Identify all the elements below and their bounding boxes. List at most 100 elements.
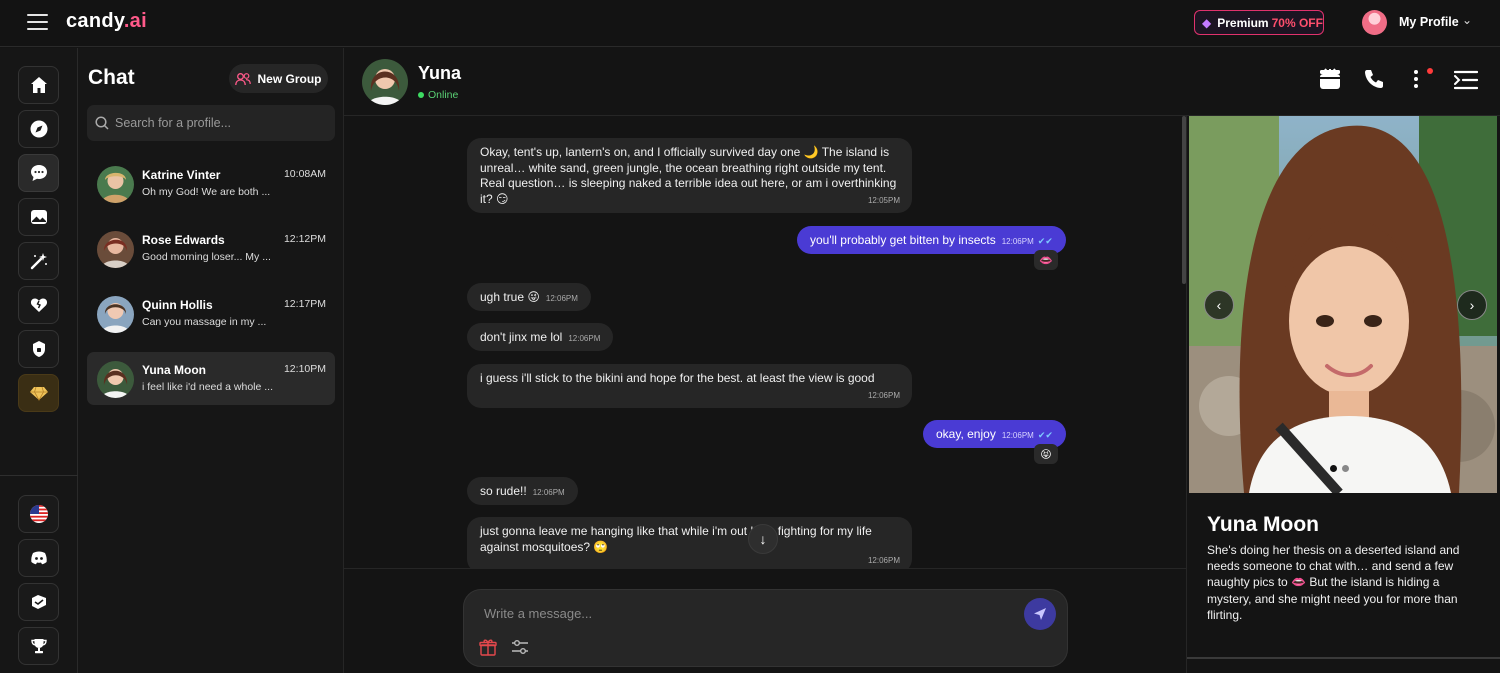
home-icon (30, 77, 47, 93)
chat-settings-button[interactable] (511, 638, 529, 661)
conversation-name: Yuna Moon (142, 363, 206, 377)
message-text: i guess i'll stick to the bikini and hop… (480, 371, 875, 385)
chat-list-panel: Chat New Group Katrine Vinter 10:08AM Oh… (78, 48, 344, 673)
avatar (97, 166, 134, 203)
phone-icon[interactable] (1363, 68, 1385, 95)
chevron-down-icon[interactable]: ⌄ (1462, 13, 1472, 27)
language-button[interactable] (18, 495, 59, 533)
message-composer (463, 589, 1068, 667)
message-text: you'll probably get bitten by insects (810, 233, 996, 247)
chat-button[interactable] (18, 154, 59, 192)
conversation-preview: i feel like i'd need a whole ... (142, 381, 273, 393)
explore-button[interactable] (18, 110, 59, 148)
search-bar[interactable] (87, 105, 335, 141)
lock-icon (32, 341, 45, 357)
avatar[interactable] (362, 59, 408, 105)
group-icon (235, 72, 252, 85)
more-icon[interactable] (1412, 68, 1420, 95)
message-text: ugh true 😜 (480, 290, 540, 304)
scroll-to-bottom-button[interactable]: ↓ (748, 524, 778, 554)
premium-button[interactable]: ◆ Premium 70% OFF (1194, 10, 1324, 35)
message-text: Okay, tent's up, lantern's on, and I off… (480, 145, 897, 206)
menu-icon[interactable] (27, 14, 48, 32)
conversation-time: 12:17PM (283, 298, 326, 310)
message-time: 12:06PM (1001, 431, 1034, 440)
conversation-name: Katrine Vinter (142, 168, 221, 182)
premium-rail-button[interactable] (18, 374, 59, 412)
conversation-item[interactable]: Quinn Hollis 12:17PM Can you massage in … (87, 287, 335, 340)
gift-button[interactable] (479, 638, 497, 661)
avatar (97, 296, 134, 333)
send-icon (1034, 608, 1046, 620)
left-rail (0, 48, 78, 673)
message-list[interactable]: Okay, tent's up, lantern's on, and I off… (344, 116, 1186, 568)
chat-header: Yuna Online (344, 48, 1500, 116)
gem-icon: ◆ (1202, 15, 1212, 30)
rail-divider (0, 475, 78, 476)
home-button[interactable] (18, 66, 59, 104)
logo-text: candy (66, 10, 124, 32)
notification-dot (1427, 68, 1433, 74)
leaderboard-button[interactable] (18, 627, 59, 665)
gallery-icon (30, 210, 47, 224)
divider (1187, 657, 1500, 659)
pagination-dot[interactable] (1342, 465, 1349, 472)
profile-bio: She's doing her thesis on a deserted isl… (1207, 543, 1460, 622)
status-text: Online (428, 89, 459, 101)
message-incoming: ugh true 😜 12:06PM (467, 283, 591, 311)
conversation-item[interactable]: Rose Edwards 12:12PM Good morning loser.… (87, 222, 335, 275)
page-title: Chat (88, 66, 135, 89)
message-text: don't jinx me lol (480, 330, 563, 344)
send-button[interactable] (1024, 598, 1056, 630)
message-time: 12:06PM (532, 488, 565, 497)
collapse-panel-icon[interactable] (1453, 70, 1479, 95)
new-group-label: New Group (257, 71, 322, 86)
message-incoming: just gonna leave me hanging like that wh… (467, 517, 912, 568)
gift-icon (479, 639, 497, 656)
my-ai-button[interactable] (18, 286, 59, 324)
new-group-button[interactable]: New Group (229, 64, 328, 93)
profile-panel: ‹ › Yuna Moon She's doing her thesis on … (1186, 116, 1500, 673)
discord-button[interactable] (18, 539, 59, 577)
pagination-dot[interactable] (1330, 465, 1337, 472)
conversation-preview: Good morning loser... My ... (142, 251, 271, 263)
composer-area (344, 568, 1186, 673)
my-profile-label[interactable]: My Profile (1399, 15, 1459, 29)
logo[interactable]: candy.ai (66, 10, 147, 33)
private-button[interactable] (18, 330, 59, 368)
status-badge: Online (418, 89, 458, 101)
message-incoming: don't jinx me lol 12:06PM (467, 323, 614, 351)
magic-wand-icon (30, 253, 47, 270)
photo-pagination (1330, 465, 1349, 472)
sliders-icon (512, 640, 528, 654)
message-time: 12:06PM (1001, 237, 1034, 246)
conversation-preview: Oh my God! We are both ... (142, 186, 271, 198)
chevron-right-icon: › (1469, 297, 1475, 313)
support-icon (31, 595, 46, 609)
support-button[interactable] (18, 583, 59, 621)
avatar (97, 361, 134, 398)
conversation-time: 10:08AM (283, 168, 326, 180)
message-time: 12:06PM (568, 334, 601, 343)
message-input[interactable] (484, 603, 1004, 623)
message-reaction[interactable]: 😝 (1034, 444, 1058, 464)
conversation-name: Rose Edwards (142, 233, 225, 247)
online-dot (418, 92, 424, 98)
logo-accent: .ai (123, 10, 147, 32)
conversation-item[interactable]: Yuna Moon 12:10PM i feel like i'd need a… (87, 352, 335, 405)
conversation-item[interactable]: Katrine Vinter 10:08AM Oh my God! We are… (87, 157, 335, 210)
search-icon (95, 116, 109, 130)
generate-button[interactable] (18, 242, 59, 280)
gift-box-icon[interactable] (1319, 68, 1341, 95)
previous-photo-button[interactable]: ‹ (1204, 290, 1234, 320)
read-check-icon: ✔✔ (1037, 430, 1053, 440)
message-reaction[interactable]: 👄 (1034, 250, 1058, 270)
avatar[interactable] (1362, 10, 1387, 35)
top-bar: candy.ai ◆ Premium 70% OFF My Profile ⌄ (0, 0, 1500, 47)
message-time: 12:06PM (545, 294, 578, 303)
next-photo-button[interactable]: › (1457, 290, 1487, 320)
chevron-left-icon: ‹ (1216, 297, 1222, 313)
premium-label: Premium (1217, 15, 1269, 30)
gallery-button[interactable] (18, 198, 59, 236)
search-input[interactable] (115, 116, 315, 130)
